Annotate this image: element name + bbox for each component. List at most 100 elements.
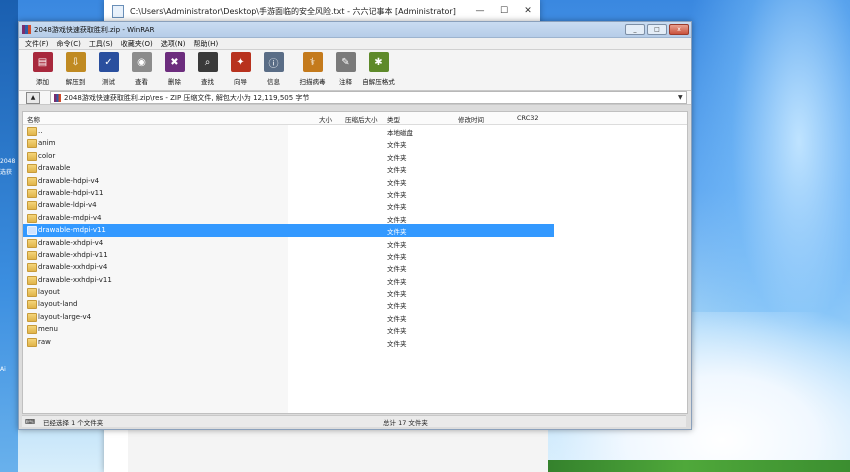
row-type: 文件夹 <box>387 240 407 249</box>
folder-icon <box>27 325 37 335</box>
toolbar-button-6[interactable]: ✦ 向导 <box>225 52 256 86</box>
table-row[interactable]: layout-large-v4 文件夹 <box>23 311 687 323</box>
address-field[interactable]: 2048游戏快速获取胜利.zip\res - ZIP 压缩文件, 解包大小为 1… <box>50 91 687 104</box>
menu-favorites[interactable]: 收藏夹(O) <box>121 39 153 49</box>
column-header-size[interactable]: 大小 <box>319 114 332 124</box>
row-name: color <box>38 151 56 160</box>
menu-commands[interactable]: 命令(C) <box>57 39 81 49</box>
row-type: 文件夹 <box>387 141 407 150</box>
file-rows: .. 本地磁盘 anim 文件夹 color 文件夹 drawable 文件夹 drawable… <box>23 125 687 348</box>
table-row[interactable]: layout 文件夹 <box>23 286 687 298</box>
notepad-text-area[interactable] <box>128 430 548 472</box>
table-row[interactable]: drawable-xxhdpi-v11 文件夹 <box>23 274 687 286</box>
table-row[interactable]: drawable-mdpi-v11 文件夹 <box>23 224 554 237</box>
folder-icon <box>27 164 37 174</box>
table-row[interactable]: color 文件夹 <box>23 150 687 162</box>
row-name: layout-land <box>38 300 78 309</box>
chevron-down-icon[interactable]: ▼ <box>678 94 686 101</box>
drive-key-icon[interactable]: ⌨ <box>25 418 43 426</box>
maximize-button[interactable]: ☐ <box>492 6 516 16</box>
folder-icon <box>27 275 37 285</box>
extract-icon: ⇩ <box>65 52 86 72</box>
find-icon: ⌕ <box>197 52 218 72</box>
maximize-button[interactable]: □ <box>647 24 667 35</box>
minimize-button[interactable]: _ <box>625 24 645 35</box>
toolbar: ▤ 添加 ⇩ 解压到 ✓ 测试 ◉ 查看 ✖ 删除 ⌕ 查找 ✦ 向导 ⓘ 信息 ⚕ 扫描病毒 ✎ 注释 ✱ 自解压格式 <box>19 50 691 91</box>
folder-icon <box>27 263 37 273</box>
table-row[interactable]: .. 本地磁盘 <box>23 125 687 137</box>
row-name: drawable-xxhdpi-v11 <box>38 275 112 284</box>
close-button[interactable]: ✕ <box>516 6 540 16</box>
toolbar-button-8[interactable]: ⚕ 扫描病毒 <box>297 52 328 86</box>
toolbar-button-9[interactable]: ✎ 注释 <box>330 52 361 86</box>
desktop-icon-label[interactable]: Ai <box>0 366 6 373</box>
table-row[interactable]: drawable 文件夹 <box>23 162 687 174</box>
toolbar-button-10[interactable]: ✱ 自解压格式 <box>362 52 395 86</box>
row-name: drawable-mdpi-v11 <box>38 226 106 235</box>
test-icon: ✓ <box>98 52 119 72</box>
toolbar-button-5[interactable]: ⌕ 查找 <box>192 52 223 86</box>
toolbar-button-2[interactable]: ✓ 测试 <box>93 52 124 86</box>
toolbar-button-1[interactable]: ⇩ 解压到 <box>60 52 91 86</box>
folder-icon <box>27 151 37 161</box>
column-header-packed[interactable]: 压缩后大小 <box>345 114 378 124</box>
column-header-crc[interactable]: CRC32 <box>517 114 539 122</box>
row-name: drawable-xxhdpi-v4 <box>38 263 108 272</box>
column-header-name[interactable]: 名称 <box>27 114 40 124</box>
folder-icon <box>27 250 37 260</box>
notepad-titlebar[interactable]: C:\Users\Administrator\Desktop\手游面临的安全风险… <box>104 0 540 23</box>
info-icon: ⓘ <box>263 52 284 72</box>
view-icon: ◉ <box>131 52 152 72</box>
close-button[interactable]: x <box>669 24 689 35</box>
table-row[interactable]: layout-land 文件夹 <box>23 298 687 310</box>
table-row[interactable]: drawable-hdpi-v11 文件夹 <box>23 187 687 199</box>
notepad-icon <box>112 4 124 18</box>
table-row[interactable]: raw 文件夹 <box>23 336 687 348</box>
folder-icon <box>27 213 37 223</box>
toolbar-button-4[interactable]: ✖ 删除 <box>159 52 190 86</box>
row-type: 文件夹 <box>387 302 407 311</box>
row-type: 文件夹 <box>387 203 407 212</box>
table-row[interactable]: drawable-xhdpi-v11 文件夹 <box>23 249 687 261</box>
desktop-icon-label[interactable]: 2048 <box>0 158 15 165</box>
menu-tools[interactable]: 工具(S) <box>89 39 113 49</box>
up-folder-button[interactable]: ▲ <box>26 91 40 104</box>
row-type: 文件夹 <box>387 339 407 348</box>
winrar-titlebar[interactable]: 2048游戏快速获取胜利.zip - WinRAR _ □ x <box>19 22 691 38</box>
row-type: 文件夹 <box>387 228 407 237</box>
table-row[interactable]: drawable-ldpi-v4 文件夹 <box>23 199 687 211</box>
virus-scan-icon: ⚕ <box>302 52 323 72</box>
row-name: layout-large-v4 <box>38 312 92 321</box>
folder-icon <box>27 337 37 347</box>
row-type: 本地磁盘 <box>387 129 413 137</box>
row-name: drawable-hdpi-v11 <box>38 188 104 197</box>
table-row[interactable]: menu 文件夹 <box>23 323 687 335</box>
menu-help[interactable]: 帮助(H) <box>193 39 218 49</box>
row-type: 文件夹 <box>387 190 407 199</box>
desktop-icon-label[interactable]: 选获 <box>0 167 12 176</box>
toolbar-button-0[interactable]: ▤ 添加 <box>27 52 58 86</box>
column-header-modified[interactable]: 修改时间 <box>458 114 484 124</box>
row-name: .. <box>38 127 43 135</box>
toolbar-button-3[interactable]: ◉ 查看 <box>126 52 157 86</box>
row-type: 文件夹 <box>387 166 407 175</box>
table-row[interactable]: drawable-hdpi-v4 文件夹 <box>23 175 687 187</box>
menu-options[interactable]: 选项(N) <box>161 39 186 49</box>
wizard-icon: ✦ <box>230 52 251 72</box>
table-row[interactable]: drawable-xxhdpi-v4 文件夹 <box>23 261 687 273</box>
table-row[interactable]: drawable-xhdpi-v4 文件夹 <box>23 237 687 249</box>
table-row[interactable]: anim 文件夹 <box>23 137 687 149</box>
toolbar-button-7[interactable]: ⓘ 信息 <box>258 52 289 86</box>
folder-icon <box>27 300 37 310</box>
column-header-type[interactable]: 类型 <box>387 114 400 124</box>
menu-file[interactable]: 文件(F) <box>25 39 49 49</box>
minimize-button[interactable]: — <box>468 6 492 16</box>
file-list[interactable]: 名称 大小 压缩后大小 类型 修改时间 CRC32 .. 本地磁盘 anim 文件夹 c… <box>22 111 688 414</box>
status-bar: ⌨ 已经选择 1 个文件夹 总计 17 文件夹 <box>22 415 686 427</box>
row-type: 文件夹 <box>387 178 407 187</box>
table-row[interactable]: drawable-mdpi-v4 文件夹 <box>23 212 687 224</box>
row-name: drawable-ldpi-v4 <box>38 201 97 210</box>
add-archive-icon: ▤ <box>32 52 53 72</box>
toolbar-button-label: 添加 <box>36 78 49 86</box>
folder-icon <box>27 139 37 149</box>
